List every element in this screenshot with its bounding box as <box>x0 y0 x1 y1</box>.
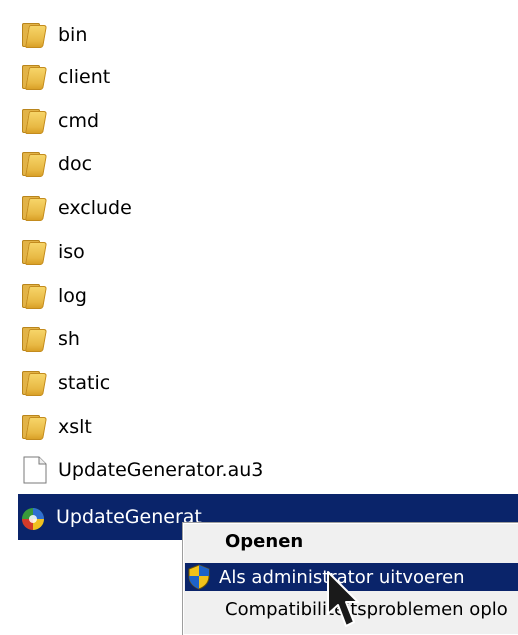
file-name: bin <box>58 24 88 46</box>
folder-item-cmd[interactable]: cmd <box>20 101 99 141</box>
file-name: xslt <box>58 416 92 438</box>
file-item-updategenerator-au3[interactable]: UpdateGenerator.au3 <box>20 450 263 490</box>
folder-item-xslt[interactable]: xslt <box>20 407 92 447</box>
folder-item-log[interactable]: log <box>20 276 87 316</box>
file-name: iso <box>58 241 85 263</box>
folder-icon <box>20 20 50 50</box>
folder-icon <box>20 106 50 136</box>
mouse-pointer-icon <box>327 571 359 627</box>
document-icon <box>20 455 50 485</box>
folder-item-static[interactable]: static <box>20 363 110 403</box>
file-name: sh <box>58 328 80 350</box>
folder-icon <box>20 237 50 267</box>
folder-icon <box>20 149 50 179</box>
folder-item-iso[interactable]: iso <box>20 232 85 272</box>
folder-item-sh[interactable]: sh <box>20 319 80 359</box>
file-name: static <box>58 372 111 394</box>
app-icon <box>18 502 48 532</box>
file-name: cmd <box>58 110 100 132</box>
menu-item-label: Openen <box>225 530 304 552</box>
folder-icon <box>20 324 50 354</box>
folder-item-client[interactable]: client <box>20 57 110 97</box>
folder-icon <box>20 412 50 442</box>
folder-item-doc[interactable]: doc <box>20 144 92 184</box>
menu-item-openen[interactable]: Openen <box>191 527 518 555</box>
file-name: UpdateGenerator.au3 <box>58 459 264 481</box>
file-name: UpdateGenerat <box>56 506 202 528</box>
file-name: log <box>58 285 87 307</box>
folder-icon <box>20 193 50 223</box>
file-name: doc <box>58 153 93 175</box>
folder-icon <box>20 62 50 92</box>
menu-item-label: Compatibiliteitsproblemen oplo <box>225 598 508 620</box>
folder-item-bin[interactable]: bin <box>20 15 87 55</box>
folder-icon <box>20 368 50 398</box>
uac-shield-icon <box>185 563 213 591</box>
folder-item-exclude[interactable]: exclude <box>20 188 132 228</box>
file-name: exclude <box>58 197 132 219</box>
folder-icon <box>20 281 50 311</box>
file-name: client <box>58 66 111 88</box>
